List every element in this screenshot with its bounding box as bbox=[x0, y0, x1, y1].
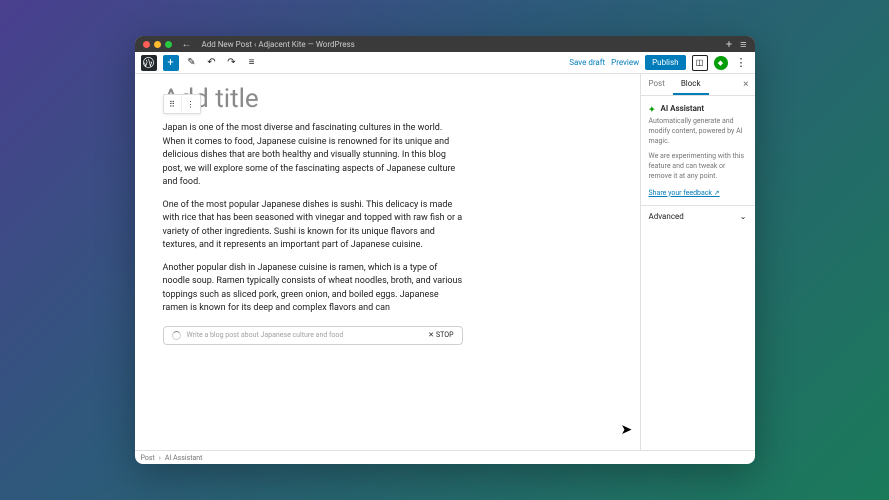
ai-assistant-input[interactable]: Write a blog post about Japanese culture… bbox=[163, 326, 463, 345]
ai-input-text: Write a blog post about Japanese culture… bbox=[187, 331, 423, 339]
feedback-link[interactable]: Share your feedback ↗ bbox=[649, 189, 720, 197]
stop-button[interactable]: ✕ STOP bbox=[428, 331, 453, 339]
save-draft-button[interactable]: Save draft bbox=[569, 58, 605, 67]
post-title-input[interactable]: Add title bbox=[163, 86, 612, 112]
tab-block[interactable]: Block bbox=[673, 74, 709, 95]
panel-description: Automatically generate and modify conten… bbox=[649, 117, 747, 146]
panel-title: AI Assistant bbox=[661, 104, 705, 113]
undo-icon[interactable]: ↶ bbox=[205, 56, 219, 70]
paragraph-block[interactable]: One of the most popular Japanese dishes … bbox=[163, 199, 463, 253]
chevron-down-icon: ⌄ bbox=[740, 212, 747, 221]
options-menu-icon[interactable]: ⋮ bbox=[734, 56, 749, 69]
advanced-toggle[interactable]: Advanced ⌄ bbox=[641, 205, 755, 227]
block-panel: ✦ AI Assistant Automatically generate an… bbox=[641, 96, 755, 205]
block-toolbar: ⠿ ⋮ bbox=[163, 94, 201, 114]
settings-sidebar-toggle[interactable]: ◫ bbox=[692, 55, 708, 71]
tab-post[interactable]: Post bbox=[641, 74, 673, 95]
advanced-label: Advanced bbox=[649, 212, 684, 221]
sidebar-tabs: Post Block × bbox=[641, 74, 755, 96]
menu-icon[interactable]: ≡ bbox=[740, 38, 746, 51]
paragraph-block[interactable]: Another popular dish in Japanese cuisine… bbox=[163, 262, 463, 316]
editor-body: Add title ⠿ ⋮ Japan is one of the most d… bbox=[135, 74, 755, 450]
loading-spinner-icon bbox=[172, 331, 181, 340]
maximize-window-icon[interactable] bbox=[165, 41, 172, 48]
jetpack-icon[interactable]: ◆ bbox=[714, 56, 728, 70]
editor-toolbar: + ✎ ↶ ↷ ≡ Save draft Preview Publish ◫ ◆… bbox=[135, 52, 755, 74]
app-window: ← Add New Post ‹ Adjacent Kite — WordPre… bbox=[135, 36, 755, 464]
breadcrumb-footer: Post › AI Assistant bbox=[135, 450, 755, 464]
panel-header: ✦ AI Assistant bbox=[649, 104, 747, 113]
outline-icon[interactable]: ≡ bbox=[245, 56, 259, 70]
ai-sparkle-icon: ✦ bbox=[649, 105, 657, 113]
back-arrow-icon[interactable]: ← bbox=[182, 39, 192, 50]
preview-button[interactable]: Preview bbox=[611, 58, 639, 67]
minimize-window-icon[interactable] bbox=[154, 41, 161, 48]
close-window-icon[interactable] bbox=[143, 41, 150, 48]
titlebar: ← Add New Post ‹ Adjacent Kite — WordPre… bbox=[135, 36, 755, 52]
new-tab-icon[interactable]: + bbox=[726, 38, 732, 51]
paragraph-block[interactable]: Japan is one of the most diverse and fas… bbox=[163, 122, 463, 190]
add-block-button[interactable]: + bbox=[163, 55, 179, 71]
panel-note: We are experimenting with this feature a… bbox=[649, 152, 747, 181]
edit-icon[interactable]: ✎ bbox=[185, 56, 199, 70]
traffic-lights bbox=[143, 41, 172, 48]
breadcrumb-separator-icon: › bbox=[159, 454, 161, 462]
publish-button[interactable]: Publish bbox=[645, 55, 685, 70]
block-options-icon[interactable]: ⋮ bbox=[182, 95, 200, 113]
settings-sidebar: Post Block × ✦ AI Assistant Automaticall… bbox=[640, 74, 755, 450]
editor-canvas[interactable]: Add title ⠿ ⋮ Japan is one of the most d… bbox=[135, 74, 640, 450]
drag-handle-icon[interactable]: ⠿ bbox=[164, 95, 182, 113]
breadcrumb-ai[interactable]: AI Assistant bbox=[165, 454, 203, 462]
window-title: Add New Post ‹ Adjacent Kite — WordPress bbox=[202, 40, 355, 49]
wordpress-logo-icon[interactable] bbox=[141, 55, 157, 71]
redo-icon[interactable]: ↷ bbox=[225, 56, 239, 70]
breadcrumb-post[interactable]: Post bbox=[141, 454, 155, 462]
close-sidebar-icon[interactable]: × bbox=[737, 74, 754, 95]
